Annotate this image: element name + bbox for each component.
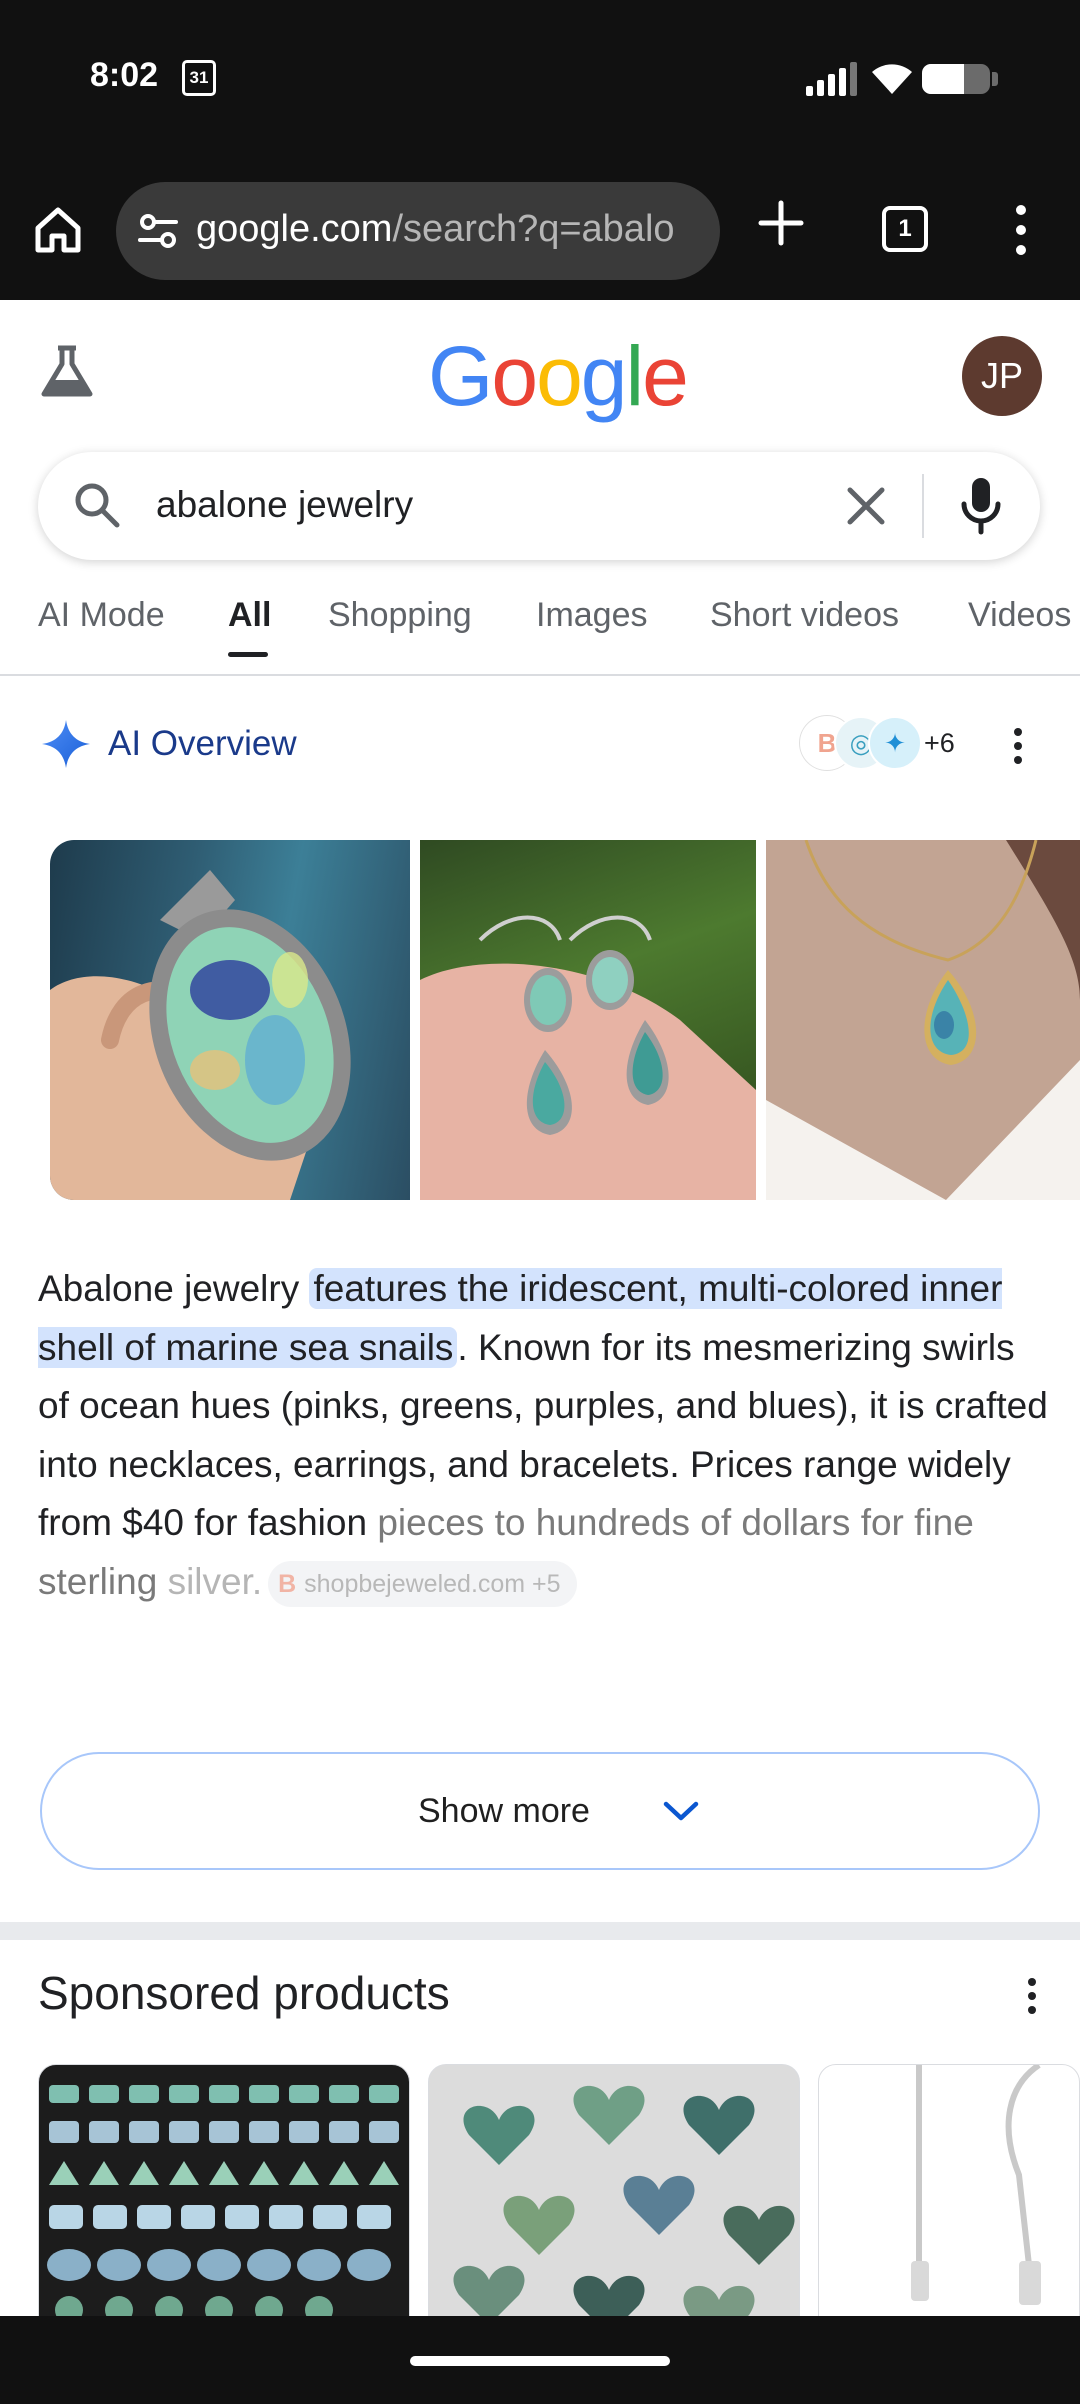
signal-icon: [806, 62, 857, 96]
ai-overview-title: AI Overview: [108, 724, 297, 763]
home-icon[interactable]: [30, 202, 86, 258]
status-time: 8:02: [90, 56, 159, 94]
search-divider: [922, 474, 924, 538]
microphone-icon[interactable]: [958, 476, 1004, 536]
search-input[interactable]: abalone jewelry: [156, 484, 413, 526]
earrings-illustration: [420, 915, 756, 1200]
calendar-icon: 31: [182, 60, 216, 96]
source-favicon: ✦: [868, 716, 922, 770]
logo-letter: g: [580, 329, 628, 423]
sparkle-icon: [42, 720, 90, 768]
browser-toolbar: google.com/search?q=abalo 1: [0, 160, 1080, 300]
url-text[interactable]: google.com/search?q=abalo: [196, 208, 706, 251]
google-logo: Google: [428, 328, 689, 425]
tab-short-videos[interactable]: Short videos: [710, 596, 899, 635]
necklace-image[interactable]: [766, 840, 1080, 1200]
sponsored-products-title: Sponsored products: [38, 1967, 450, 2019]
home-indicator[interactable]: [410, 2356, 670, 2366]
section-divider: [0, 1922, 1080, 1940]
product-card[interactable]: [428, 2064, 800, 2324]
logo-letter: G: [428, 329, 493, 423]
product-image: [911, 2065, 1041, 2305]
logo-letter: o: [536, 329, 583, 423]
battery-nub: [992, 72, 998, 86]
more-vert-icon[interactable]: [1024, 1976, 1040, 2016]
tabs-icon[interactable]: 1: [882, 206, 928, 252]
more-vert-icon[interactable]: [1006, 202, 1036, 258]
battery-icon: [922, 64, 990, 94]
tab-shopping[interactable]: Shopping: [328, 596, 472, 635]
pendant-image[interactable]: [50, 840, 410, 1200]
source-chip-logo: B: [278, 1570, 297, 1599]
source-chip-label: shopbejeweled.com +5: [304, 1570, 561, 1599]
overview-lead: Abalone jewelry: [38, 1268, 310, 1309]
active-tab-indicator: [228, 652, 268, 657]
account-avatar[interactable]: JP: [962, 336, 1042, 416]
overview-fade-end: silver.: [167, 1560, 263, 1602]
wifi-icon: [872, 64, 912, 94]
product-card[interactable]: [818, 2064, 1080, 2324]
labs-flask-icon[interactable]: [38, 344, 96, 400]
tab-videos[interactable]: Videos: [968, 596, 1071, 635]
product-card[interactable]: [38, 2064, 410, 2324]
earrings-image[interactable]: [420, 840, 756, 1200]
close-icon[interactable]: [842, 482, 890, 530]
battery-fill: [922, 64, 965, 94]
tab-all[interactable]: All: [228, 596, 271, 635]
logo-letter: o: [491, 329, 538, 423]
search-box[interactable]: abalone jewelry: [38, 452, 1040, 560]
tab-ai-mode[interactable]: AI Mode: [38, 596, 165, 635]
url-host: google.com: [196, 208, 393, 250]
tab-images[interactable]: Images: [536, 596, 648, 635]
logo-letter: l: [625, 329, 645, 423]
tune-icon[interactable]: [138, 212, 178, 250]
chevron-down-icon: [663, 1801, 699, 1821]
product-image: [453, 2085, 795, 2323]
more-vert-icon[interactable]: [1010, 726, 1026, 766]
necklace-illustration: [766, 840, 1080, 1200]
source-count[interactable]: +6: [924, 728, 955, 759]
source-avatars[interactable]: B ◎ ✦: [800, 716, 922, 770]
pendant-illustration: [50, 870, 351, 1200]
logo-letter: e: [642, 329, 689, 423]
system-nav-bar: [0, 2316, 1080, 2404]
plus-icon[interactable]: [756, 198, 806, 248]
search-tabs: AI Mode All Shopping Images Short videos…: [0, 590, 1080, 676]
url-path: /search?q=abalo: [392, 208, 675, 250]
show-more-button[interactable]: Show more: [40, 1752, 1040, 1870]
ai-overview-text: Abalone jewelry features the iridescent,…: [38, 1260, 1048, 1612]
search-icon: [75, 483, 120, 528]
source-chip[interactable]: Bshopbejeweled.com +5: [268, 1561, 577, 1608]
address-bar[interactable]: google.com/search?q=abalo: [116, 182, 720, 280]
product-image: [47, 2085, 399, 2323]
status-bar: 8:02 31: [0, 0, 1080, 160]
show-more-label: Show more: [418, 1792, 590, 1830]
